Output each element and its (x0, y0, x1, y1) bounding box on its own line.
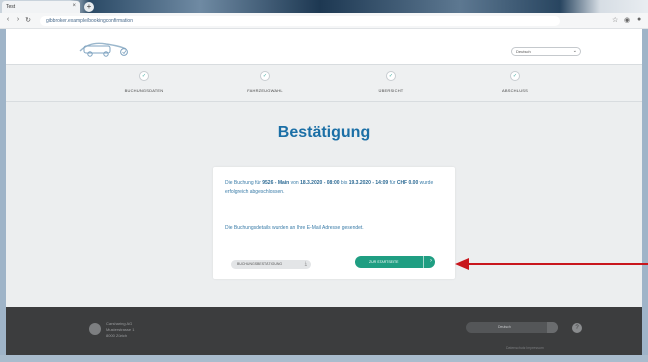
main-content: Bestätigung Die Buchung für 9526 - Main … (6, 102, 642, 307)
language-select[interactable]: Deutsch ⌄ (511, 47, 581, 56)
booking-stepper: ✓ BUCHUNGSDATEN ✓ FAHRZEUGWAHL ✓ ÜBERSIC… (6, 64, 642, 102)
download-icon: ⤓ (304, 261, 307, 267)
browser-tab-title: Test (6, 4, 16, 10)
booking-start: 18.3.2020 - 08:00 (300, 180, 340, 186)
booking-end: 19.3.2020 - 14:09 (348, 180, 389, 186)
tab-close-icon[interactable]: × (72, 3, 76, 9)
address-bar[interactable]: gibbroker.example/bookingconfirmation (40, 16, 560, 26)
step-overview[interactable]: ✓ ÜBERSICHT (341, 71, 441, 93)
footer-language-select[interactable]: Deutsch (466, 322, 558, 333)
step-label: BUCHUNGSDATEN (124, 88, 164, 93)
download-confirmation-button[interactable]: BUCHUNGSBESTÄTIGUNG ⤓ (231, 260, 311, 269)
confirmation-card: Die Buchung für 9526 - Main von 18.3.202… (213, 167, 455, 279)
new-tab-button[interactable]: + (84, 2, 94, 12)
step-check-icon: ✓ (260, 71, 270, 81)
footer-links[interactable]: Datenschutz Impressum (506, 346, 544, 350)
vehicle-name: 9526 - Main (262, 180, 290, 186)
step-label: ABSCHLUSS (501, 88, 529, 93)
bookmark-star-icon[interactable]: ☆ (612, 16, 618, 24)
help-icon[interactable]: ? (572, 323, 582, 333)
footer-language-value: Deutsch (498, 325, 511, 329)
step-vehicle[interactable]: ✓ FAHRZEUGWAHL (215, 71, 315, 93)
confirmation-message: Die Buchung für 9526 - Main von 18.3.202… (225, 180, 434, 195)
annotation-arrow (455, 258, 648, 270)
home-button[interactable]: ZUR STARTSEITE › (355, 256, 435, 268)
step-label: FAHRZEUGWAHL (247, 88, 283, 93)
email-note: Die Buchungsdetails wurden an Ihre E-Mai… (225, 225, 364, 231)
download-label: BUCHUNGSBESTÄTIGUNG (237, 262, 283, 266)
browser-toolbar: ‹ › ↻ gibbroker.example/bookingconfirmat… (0, 13, 648, 29)
profile-icon[interactable]: ● (637, 16, 641, 23)
step-check-icon: ✓ (139, 71, 149, 81)
language-select-value: Deutsch (516, 49, 531, 54)
step-label: ÜBERSICHT (378, 88, 404, 93)
desktop-strip (0, 355, 648, 362)
reload-icon[interactable]: ↻ (24, 16, 32, 24)
step-completion[interactable]: ✓ ABSCHLUSS (465, 71, 565, 93)
forward-icon[interactable]: › (14, 16, 22, 23)
footer-logo-icon (89, 323, 101, 335)
back-icon[interactable]: ‹ (4, 16, 12, 23)
browser-tab-strip: Test × + (0, 0, 648, 13)
booking-price: CHF 0.00 (396, 180, 419, 186)
app-header: Deutsch ⌄ (6, 29, 642, 64)
page-footer: Carsharing AG Musterstrasse 1 8000 Züric… (6, 307, 642, 355)
step-check-icon: ✓ (386, 71, 396, 81)
chevron-down-icon (547, 322, 558, 333)
arrow-right-icon: › (430, 258, 432, 264)
step-check-icon: ✓ (510, 71, 520, 81)
footer-address: Carsharing AG Musterstrasse 1 8000 Züric… (106, 321, 135, 338)
home-button-label: ZUR STARTSEITE (369, 260, 399, 264)
company-logo[interactable] (76, 37, 136, 59)
page-title: Bestätigung (277, 124, 371, 141)
extensions-icon[interactable]: ◉ (624, 16, 630, 24)
chevron-down-icon: ⌄ (572, 48, 577, 54)
step-booking-data[interactable]: ✓ BUCHUNGSDATEN (94, 71, 194, 93)
browser-tab[interactable]: Test × (2, 1, 80, 13)
